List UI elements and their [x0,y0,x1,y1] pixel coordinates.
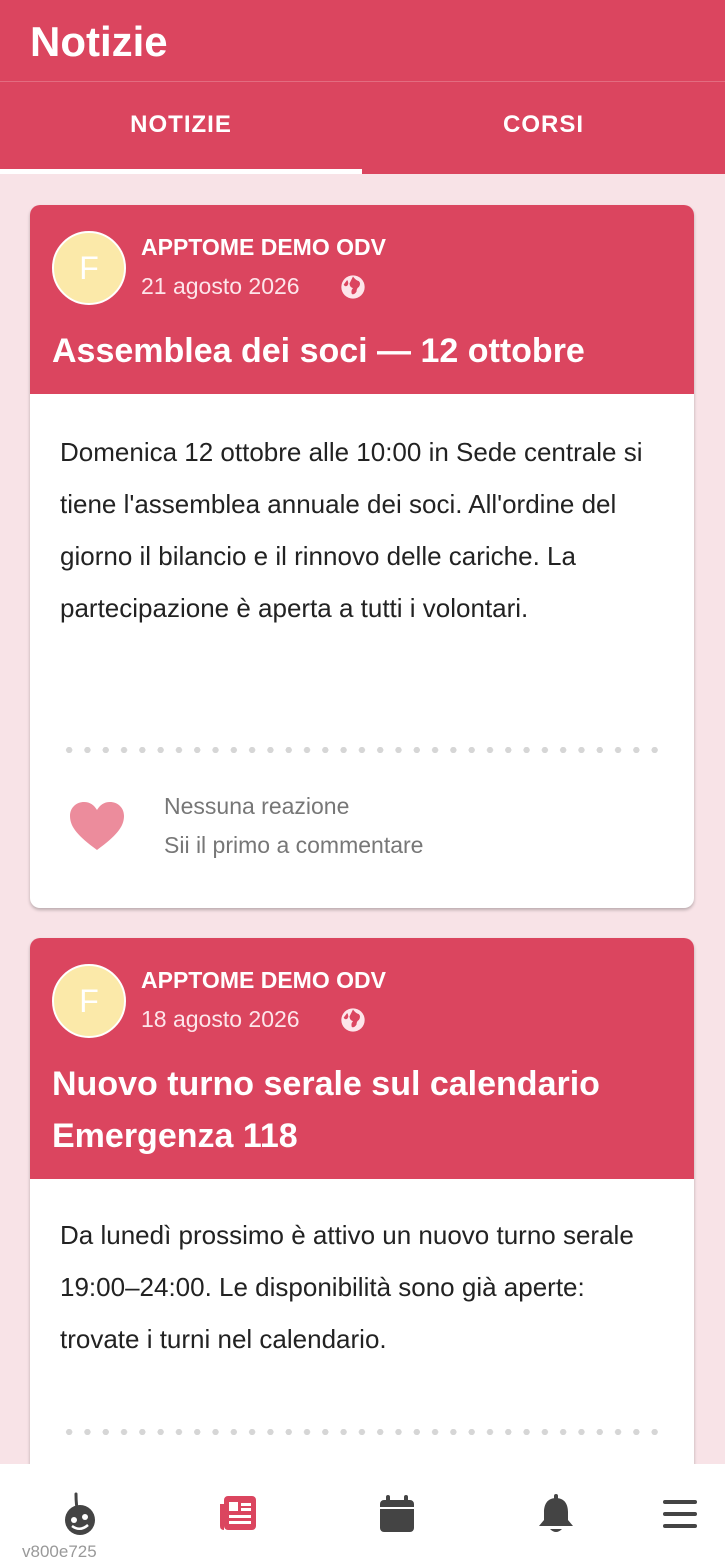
globe-icon [341,1008,365,1032]
version-label: v800e725 [22,1542,97,1561]
card-header: F APPTOME DEMO ODV 18 agosto 2026 Nuovo … [30,938,694,1179]
heart-icon[interactable] [68,800,126,852]
home-logo-icon[interactable] [58,1492,102,1536]
news-card[interactable]: F APPTOME DEMO ODV 18 agosto 2026 Nuovo … [30,938,694,1498]
post-date: 18 agosto 2026 [141,1006,300,1032]
page-title: Notizie [30,18,168,65]
post-body: Domenica 12 ottobre alle 10:00 in Sede c… [60,437,643,623]
post-title: Nuovo turno serale sul calendario Emerge… [52,1065,600,1155]
author-name: APPTOME DEMO ODV [141,967,386,993]
menu-icon[interactable] [658,1492,702,1536]
reaction-count: Nessuna reazione [164,793,350,819]
comment-prompt[interactable]: Sii il primo a commentare [164,832,423,859]
news-card[interactable]: F APPTOME DEMO ODV 21 agosto 2026 Assemb… [30,205,694,908]
tab-bar: NOTIZIE CORSI [0,82,725,174]
dotted-divider [60,1429,664,1435]
dotted-divider [60,747,664,753]
post-body: Da lunedì prossimo è attivo un nuovo tur… [60,1220,634,1354]
bell-icon[interactable] [534,1492,578,1536]
active-tab-indicator [0,169,362,174]
tab-notizie[interactable]: NOTIZIE [0,82,362,174]
news-icon[interactable] [216,1492,260,1536]
post-title: Assemblea dei soci — 12 ottobre [52,332,585,370]
author-name: APPTOME DEMO ODV [141,234,386,260]
bottom-navigation [0,1464,725,1567]
avatar: F [52,231,126,305]
card-header: F APPTOME DEMO ODV 21 agosto 2026 Assemb… [30,205,694,394]
app-bar: Notizie [0,0,725,82]
post-date: 21 agosto 2026 [141,273,300,299]
avatar: F [52,964,126,1038]
tab-corsi[interactable]: CORSI [362,82,725,174]
calendar-icon[interactable] [375,1492,419,1536]
globe-icon [341,275,365,299]
